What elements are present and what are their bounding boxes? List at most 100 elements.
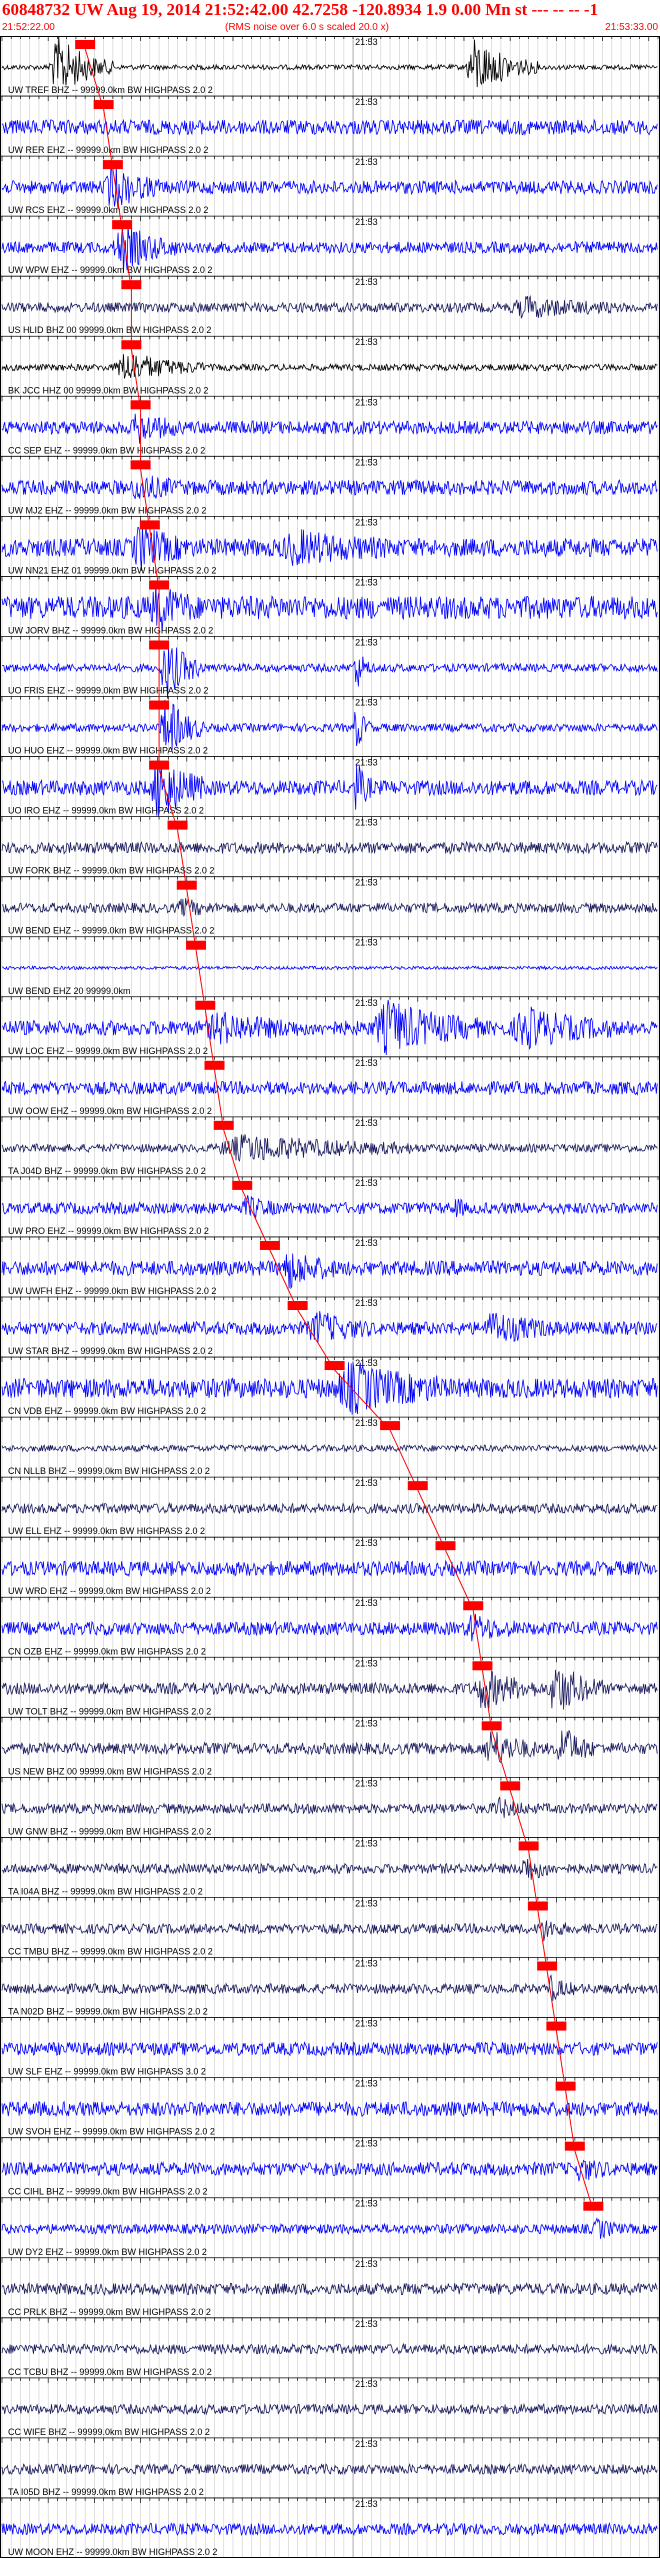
- waveform-line: [1, 2100, 658, 2118]
- waveform-line: [1, 1920, 658, 1942]
- trace-label: UW OOW EHZ -- 99999.0km BW HIGHPASS 2.0 …: [8, 1106, 212, 1116]
- trace-row: 21:53UW FORK BHZ -- 99999.0km BW HIGHPAS…: [0, 816, 660, 876]
- trace-label: CC TMBU BHZ -- 99999.0km BW HIGHPASS 2.0…: [8, 1947, 213, 1957]
- trace-label: CC WIFE BHZ -- 99999.0km BW HIGHPASS 2.0…: [8, 2427, 210, 2437]
- minute-label: 21:53: [355, 818, 378, 828]
- trace-label: UW TOLT BHZ -- 99999.0km BW HIGHPASS 2.0…: [8, 1706, 211, 1716]
- trace-row: 21:53 CC PRLK BHZ -- 99999.0km BW HIGHPAS…: [0, 2257, 660, 2317]
- trace-row: 21:53 CN VDB EHZ -- 99999.0km BW HIGHPASS…: [0, 1356, 660, 1416]
- trace-row: 21:53 UW TOLT BHZ -- 99999.0km BW HIGHPAS…: [0, 1656, 660, 1716]
- minute-label: 21:53: [355, 1718, 378, 1728]
- trace-label: CC PRLK BHZ -- 99999.0km BW HIGHPASS 2.0…: [8, 2307, 211, 2317]
- minute-label: 21:53: [355, 2499, 378, 2509]
- trace-row: 21:53 UW BEND EHZ 20 99999.0km: [0, 936, 660, 996]
- minute-label: 21:53: [355, 1658, 378, 1668]
- trace-label: TA I04A BHZ -- 99999.0km BW HIGHPASS 2.0…: [8, 1886, 203, 1896]
- waveform-line: [1, 581, 658, 632]
- trace-label: UW PRO EHZ -- 99999.0km BW HIGHPASS 2.0 …: [8, 1226, 209, 1236]
- waveform-line: [1, 354, 658, 379]
- waveform-line: [1, 294, 658, 319]
- trace-label: CN NLLB BHZ -- 99999.0km BW HIGHPASS 2.0…: [8, 1466, 210, 1476]
- event-title: 60848732 UW Aug 19, 2014 21:52:42.00 42.…: [2, 0, 599, 19]
- trace-row: 21:53 CC SEP EHZ -- 99999.0km BW HIGHPASS…: [0, 395, 660, 455]
- pick-marker: [75, 40, 96, 49]
- trace-row: 21:53 UW SLF EHZ -- 99999.0km BW HIGHPASS…: [0, 2017, 660, 2077]
- trace-row: 21:53 TA J04D BHZ -- 99999.0km BW HIGHPAS…: [0, 1116, 660, 1176]
- trace-label: UW MJ2 EHZ -- 99999.0km BW HIGHPASS 2.0 …: [8, 505, 206, 515]
- waveform-line: [1, 2281, 658, 2297]
- waveform-line: [1, 36, 658, 88]
- minute-label: 21:53: [355, 1778, 378, 1788]
- trace-label: CC SEP EHZ -- 99999.0km BW HIGHPASS 2.0 …: [8, 445, 205, 455]
- trace-label: UW RER EHZ -- 99999.0km BW HIGHPASS 2.0 …: [8, 145, 208, 155]
- minute-label: 21:53: [355, 2319, 378, 2329]
- waveform-line: [1, 898, 658, 917]
- trace-label: UW TREF BHZ -- 99999.0km BW HIGHPASS 2.0…: [8, 85, 213, 95]
- waveform-line: [1, 1443, 658, 1453]
- trace-row: 21:53 UW WPW EHZ -- 99999.0km BW HIGHPASS…: [0, 215, 660, 275]
- minute-label: 21:53: [355, 878, 378, 888]
- trace-label: UW BEND EHZ 20 99999.0km: [8, 986, 131, 996]
- minute-label: 21:53: [355, 1358, 378, 1368]
- trace-row: 21:53 US NEW BHZ 00 99999.0km BW HIGHPASS…: [0, 1716, 660, 1776]
- minute-label: 21:53: [355, 277, 378, 287]
- minute-label: 21:53: [355, 2019, 378, 2029]
- trace-label: UW WPW EHZ -- 99999.0km BW HIGHPASS 2.0 …: [8, 265, 212, 275]
- minute-label: 21:53: [355, 1959, 378, 1969]
- waveform-line: [1, 1080, 658, 1096]
- waveform-line: [1, 1501, 658, 1515]
- trace-row: 21:53 UW UWFH EHZ -- 99999.0km BW HIGHPAS…: [0, 1236, 660, 1296]
- trace-row: 21:53 UW JORV BHZ -- 99999.0km BW HIGHPAS…: [0, 576, 660, 635]
- trace-label: US HLID BHZ 00 99999.0km BW HIGHPASS 2.0…: [8, 325, 211, 335]
- minute-label: 21:53: [355, 1118, 378, 1128]
- pick-marker: [324, 1361, 345, 1371]
- pick-marker: [463, 1601, 484, 1611]
- trace-row: 21:53 UW TREF BHZ -- 99999.0km BW HIGHPAS…: [0, 36, 660, 95]
- trace-row: 21:53 TA I05D BHZ -- 99999.0km BW HIGHPAS…: [0, 2437, 660, 2497]
- trace-label: US NEW BHZ 00 99999.0km BW HIGHPASS 2.0 …: [8, 1766, 212, 1776]
- waveform-line: [1, 525, 658, 571]
- trace-label: UW BEND EHZ -- 99999.0km BW HIGHPASS 2.0…: [8, 926, 214, 936]
- trace-label: BK JCC HHZ 00 99999.0km BW HIGHPASS 2.0 …: [8, 385, 208, 395]
- waveform-line: [1, 164, 658, 209]
- minute-label: 21:53: [355, 1838, 378, 1848]
- minute-label: 21:53: [355, 397, 378, 407]
- waveform-line: [1, 1796, 658, 1818]
- waveform-line: [2, 965, 658, 971]
- trace-label: UO IRO EHZ -- 99999.0km BW HIGHPASS 2.0 …: [8, 806, 204, 816]
- minute-label: 21:53: [355, 938, 378, 948]
- pick-marker: [435, 1541, 456, 1551]
- waveform-line: [1, 699, 658, 751]
- trace-label: UW GNW BHZ -- 99999.0km BW HIGHPASS 2.0 …: [8, 1826, 211, 1836]
- trace-row: 21:53 UW GNW BHZ -- 99999.0km BW HIGHPASS…: [0, 1776, 660, 1836]
- minute-label: 21:53: [355, 758, 378, 768]
- minute-label: 21:53: [355, 2199, 378, 2209]
- trace-label: TA N02D BHZ -- 99999.0km BW HIGHPASS 2.0…: [8, 2007, 208, 2017]
- trace-row: 21:53 UO FRIS EHZ -- 99999.0km BW HIGHPAS…: [0, 636, 660, 699]
- rms-note: (RMS noise over 6.0 s scaled 20.0 x): [225, 22, 389, 33]
- minute-label: 21:53: [355, 1598, 378, 1608]
- trace-row: 21:53 UW MJ2 EHZ -- 99999.0km BW HIGHPASS…: [0, 455, 660, 515]
- trace-row: 21:53 TA I04A BHZ -- 99999.0km BW HIGHPAS…: [0, 1837, 660, 1896]
- seismogram-header: 60848732 UW Aug 19, 2014 21:52:42.00 42.…: [0, 0, 660, 40]
- trace-label: UO HUO EHZ -- 99999.0km BW HIGHPASS 2.0 …: [8, 746, 208, 756]
- trace-row: 21:53 CN OZB EHZ -- 99999.0km BW HIGHPASS…: [0, 1596, 660, 1656]
- minute-label: 21:53: [355, 457, 378, 467]
- minute-label: 21:53: [355, 1238, 378, 1248]
- trace-label: UW RCS EHZ -- 99999.0km BW HIGHPASS 2.0 …: [8, 205, 208, 215]
- minute-label: 21:53: [355, 1478, 378, 1488]
- waveform-line: [1, 1669, 658, 1710]
- waveform-line: [1, 475, 658, 500]
- trace-row: 21:53 UW WRD EHZ -- 99999.0km BW HIGHPASS…: [0, 1536, 660, 1596]
- trace-row: 21:53 UO IRO EHZ -- 99999.0km BW HIGHPASS…: [0, 756, 660, 817]
- trace-row: 21:53 UO HUO EHZ -- 99999.0km BW HIGHPASS…: [0, 696, 660, 756]
- trace-label: UW SVOH EHZ -- 99999.0km BW HIGHPASS 2.0…: [8, 2127, 215, 2137]
- minute-label: 21:53: [355, 337, 378, 347]
- minute-label: 21:53: [355, 698, 378, 708]
- trace-row: 21:53 UW PRO EHZ -- 99999.0km BW HIGHPASS…: [0, 1176, 660, 1236]
- waveform-line: [1, 2159, 658, 2182]
- trace-label: UW STAR BHZ -- 99999.0km BW HIGHPASS 2.0…: [8, 1346, 213, 1356]
- trace-label: UW JORV BHZ -- 99999.0km BW HIGHPASS 2.0…: [8, 625, 213, 635]
- trace-row: 21:53 UW DY2 EHZ -- 99999.0km BW HIGHPASS…: [0, 2197, 660, 2257]
- minute-label: 21:53: [355, 37, 378, 47]
